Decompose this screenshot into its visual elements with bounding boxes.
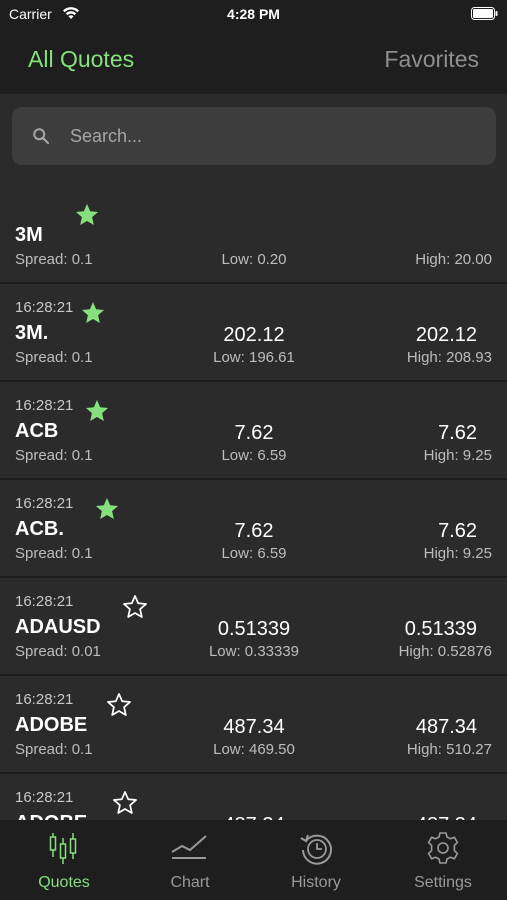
quote-high: High: 20.00 <box>415 251 492 268</box>
quote-spread: Spread: 0.01 <box>15 643 101 660</box>
quote-spread: Spread: 0.1 <box>15 447 93 464</box>
star-filled-icon[interactable] <box>74 202 100 228</box>
star-filled-icon[interactable] <box>94 496 120 522</box>
quote-bid-price: 7.62 <box>234 422 274 444</box>
quote-row[interactable]: 16:28:21 ADAUSD Spread: 0.01 0.51339 Low: 0.… <box>0 578 507 676</box>
quote-symbol: ACB. <box>15 518 64 540</box>
star-filled-icon[interactable] <box>84 398 110 424</box>
tab-settings[interactable]: Settings <box>380 820 506 900</box>
tab-quotes[interactable]: Quotes <box>1 820 127 900</box>
quote-ask-price: 0.51339 <box>404 618 477 640</box>
quote-time: 16:28:21 <box>15 593 74 610</box>
tab-favorites[interactable]: Favorites <box>384 46 479 73</box>
search-area <box>0 94 507 186</box>
quote-row[interactable]: 16:28:21ADOBE.487.34487.34 <box>0 774 507 820</box>
quote-row[interactable]: 16:28:21 ACB Spread: 0.1 7.62 Low: 6.59 7.62 H… <box>0 382 507 480</box>
quote-low: Low: 0.33339 <box>208 643 300 660</box>
quote-symbol: ACB <box>15 420 59 442</box>
status-bar: Carrier 4:28 PM <box>0 0 507 28</box>
gear-icon <box>427 832 459 864</box>
candlestick-icon <box>49 833 77 864</box>
quote-row[interactable]: 16:28:21 3M. Spread: 0.1 202.12 Low: 196.61 2… <box>0 284 507 382</box>
quote-time: 16:28:21 <box>15 495 74 512</box>
search-input[interactable] <box>70 107 480 165</box>
tab-all-quotes[interactable]: All Quotes <box>28 46 134 73</box>
quote-low: Low: 0.20 <box>221 251 287 268</box>
quote-row[interactable]: 3M Spread: 0.1 Low: 0.20 High: 20.00 <box>0 186 507 284</box>
star-outline-icon[interactable] <box>112 790 138 816</box>
tab-quotes-label: Quotes <box>38 874 90 891</box>
quote-bid-price: 0.51339 <box>217 618 291 640</box>
quote-symbol: 3M. <box>15 322 49 344</box>
quote-filter-tabs: All Quotes Favorites <box>0 28 507 94</box>
tab-chart-label: Chart <box>170 874 210 891</box>
quote-time: 16:28:21 <box>15 691 74 708</box>
line-chart-icon <box>171 835 207 859</box>
quote-bid-price: 487.34 <box>223 716 285 738</box>
quote-time: 16:28:21 <box>15 789 74 806</box>
quote-spread: Spread: 0.1 <box>15 251 93 268</box>
battery-icon <box>471 7 498 20</box>
quote-low: Low: 196.61 <box>213 349 295 366</box>
quote-low: Low: 6.59 <box>221 447 287 464</box>
quote-ask-price: 7.62 <box>438 422 477 444</box>
quote-row[interactable]: 16:28:21 ADOBE Spread: 0.1 487.34 Low: 469.5… <box>0 676 507 774</box>
status-time: 4:28 PM <box>227 6 280 22</box>
quote-spread: Spread: 0.1 <box>15 545 93 562</box>
quote-symbol: ADAUSD <box>15 616 101 638</box>
quote-high: High: 9.25 <box>423 447 492 464</box>
quote-high: High: 9.25 <box>423 545 492 562</box>
quote-spread: Spread: 0.1 <box>15 349 93 366</box>
star-outline-icon[interactable] <box>106 692 132 718</box>
quote-ask-price: 487.34 <box>415 716 477 738</box>
bottom-tab-bar: Quotes Chart History Settings <box>0 820 507 900</box>
quote-symbol: ADOBE <box>15 714 88 736</box>
quotes-list[interactable]: 3M Spread: 0.1 Low: 0.20 High: 20.00 16:28:2… <box>0 186 507 820</box>
history-clock-icon <box>300 834 332 865</box>
tab-settings-label: Settings <box>414 874 472 891</box>
star-filled-icon[interactable] <box>80 300 106 326</box>
quote-time: 16:28:21 <box>15 397 74 414</box>
quote-row[interactable]: 16:28:21 ACB. Spread: 0.1 7.62 Low: 6.59 7.62… <box>0 480 507 578</box>
quote-high: High: 208.93 <box>406 349 492 366</box>
quote-symbol: ADOBE. <box>15 812 93 820</box>
quote-low: Low: 469.50 <box>213 741 295 758</box>
quote-time: 16:28:21 <box>15 299 74 316</box>
search-bar[interactable] <box>12 107 496 165</box>
quote-bid-price: 7.62 <box>234 520 274 542</box>
tab-history[interactable]: History <box>253 820 379 900</box>
quote-symbol: 3M <box>15 224 43 246</box>
quote-high: High: 0.52876 <box>398 643 492 660</box>
quote-high: High: 510.27 <box>406 741 492 758</box>
tab-chart[interactable]: Chart <box>127 820 253 900</box>
tab-history-label: History <box>291 874 341 891</box>
quote-low: Low: 6.59 <box>221 545 287 562</box>
star-outline-icon[interactable] <box>122 594 148 620</box>
search-icon <box>33 128 50 145</box>
quote-ask-price: 202.12 <box>415 324 477 346</box>
quote-ask-price: 7.62 <box>438 520 477 542</box>
quote-bid-price: 202.12 <box>223 324 285 346</box>
quote-spread: Spread: 0.1 <box>15 741 93 758</box>
